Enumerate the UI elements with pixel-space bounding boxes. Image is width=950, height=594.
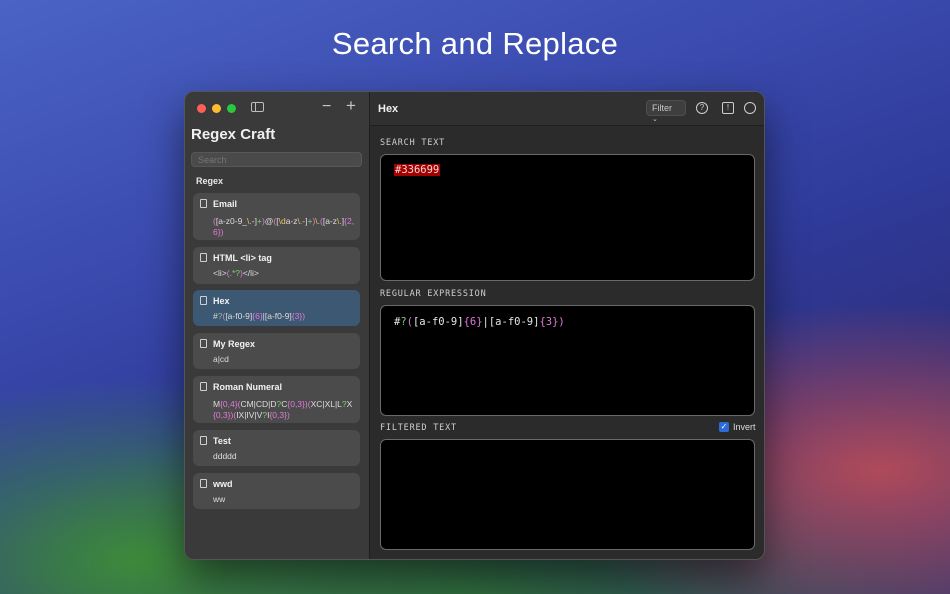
- close-button[interactable]: [197, 104, 206, 113]
- list-item-roman-numeral[interactable]: Roman Numeral M{0,4}(CM|CD|D?C{0,3})(XC|…: [193, 376, 360, 423]
- document-icon: [200, 479, 207, 488]
- main-content: Hex Filter ⌄ ? ! SEARCH TEXT #336699 REG…: [370, 92, 764, 559]
- document-icon: [200, 436, 207, 445]
- sidebar: − + Regex Craft Regex Email ([a-z0-9_\.-…: [185, 92, 370, 559]
- filter-dropdown[interactable]: Filter ⌄: [646, 100, 686, 123]
- headline: Search and Replace: [331, 26, 619, 61]
- list-item-test[interactable]: Test ddddd: [193, 430, 360, 466]
- filtered-text-label: FILTERED TEXT: [380, 423, 457, 433]
- item-name: wwd: [213, 479, 233, 489]
- search-text-label: SEARCH TEXT: [380, 138, 446, 148]
- toolbar: Hex Filter ⌄ ? !: [370, 92, 764, 126]
- checkmark-icon[interactable]: ✓: [719, 422, 729, 432]
- match-highlight: #336699: [394, 164, 441, 176]
- document-icon: [200, 253, 207, 262]
- document-icon: [200, 339, 207, 348]
- item-pattern: <li>(.*?)</li>: [213, 268, 259, 278]
- document-title: Hex: [378, 103, 399, 115]
- invert-toggle[interactable]: ✓ Invert: [719, 422, 756, 432]
- minimize-button[interactable]: [212, 104, 221, 113]
- filter-label: Filter: [652, 103, 672, 113]
- list-item-email[interactable]: Email ([a-z0-9_\.-]+)@([\da-z\.-]+)\.([a…: [193, 193, 360, 240]
- regex-label: REGULAR EXPRESSION: [380, 289, 487, 299]
- section-label: Regex: [196, 176, 224, 186]
- chevron-down-icon: ⌄: [652, 116, 658, 123]
- item-pattern: ddddd: [213, 451, 237, 461]
- document-icon: [200, 296, 207, 305]
- item-name: Test: [213, 436, 231, 446]
- list-item-hex[interactable]: Hex #?([a-f0-9]{6}|[a-f0-9]{3}): [193, 290, 360, 326]
- item-pattern: M{0,4}(CM|CD|D?C{0,3})(XC|XL|L?X{0,3})(I…: [213, 399, 353, 420]
- regex-editor[interactable]: #?([a-f0-9]{6}|[a-f0-9]{3}): [380, 305, 755, 416]
- item-pattern: ([a-z0-9_\.-]+)@([\da-z\.-]+)\.([a-z\.]{…: [213, 216, 355, 237]
- settings-icon[interactable]: [744, 102, 756, 114]
- regex-text: #?([a-f0-9]{6}|[a-f0-9]{3}): [394, 316, 565, 328]
- search-text-area[interactable]: #336699: [380, 154, 755, 281]
- list-item-wwd[interactable]: wwd ww: [193, 473, 360, 509]
- item-pattern: #?([a-f0-9]{6}|[a-f0-9]{3}): [213, 311, 306, 321]
- invert-label: Invert: [733, 422, 756, 432]
- search-input[interactable]: [191, 152, 362, 167]
- item-name: HTML <li> tag: [213, 253, 272, 263]
- item-name: Email: [213, 199, 238, 209]
- filtered-text-area[interactable]: [380, 439, 755, 550]
- item-pattern: ww: [213, 494, 226, 504]
- zoom-button[interactable]: [227, 104, 236, 113]
- add-icon[interactable]: +: [346, 96, 356, 116]
- document-icon: [200, 199, 207, 208]
- item-name: Hex: [213, 296, 230, 306]
- item-name: Roman Numeral: [213, 382, 283, 392]
- document-icon: [200, 382, 207, 391]
- item-name: My Regex: [213, 339, 256, 349]
- sidebar-toggle-icon[interactable]: [251, 102, 264, 112]
- item-pattern: a|cd: [213, 354, 229, 364]
- app-title: Regex Craft: [191, 126, 276, 143]
- help-icon[interactable]: ?: [696, 102, 708, 114]
- list-item-html-li-tag[interactable]: HTML <li> tag <li>(.*?)</li>: [193, 247, 360, 284]
- app-window: − + Regex Craft Regex Email ([a-z0-9_\.-…: [184, 91, 765, 560]
- list-item-my-regex[interactable]: My Regex a|cd: [193, 333, 360, 369]
- feedback-icon[interactable]: !: [722, 102, 734, 114]
- window-controls: [197, 104, 236, 113]
- remove-icon[interactable]: −: [322, 98, 331, 116]
